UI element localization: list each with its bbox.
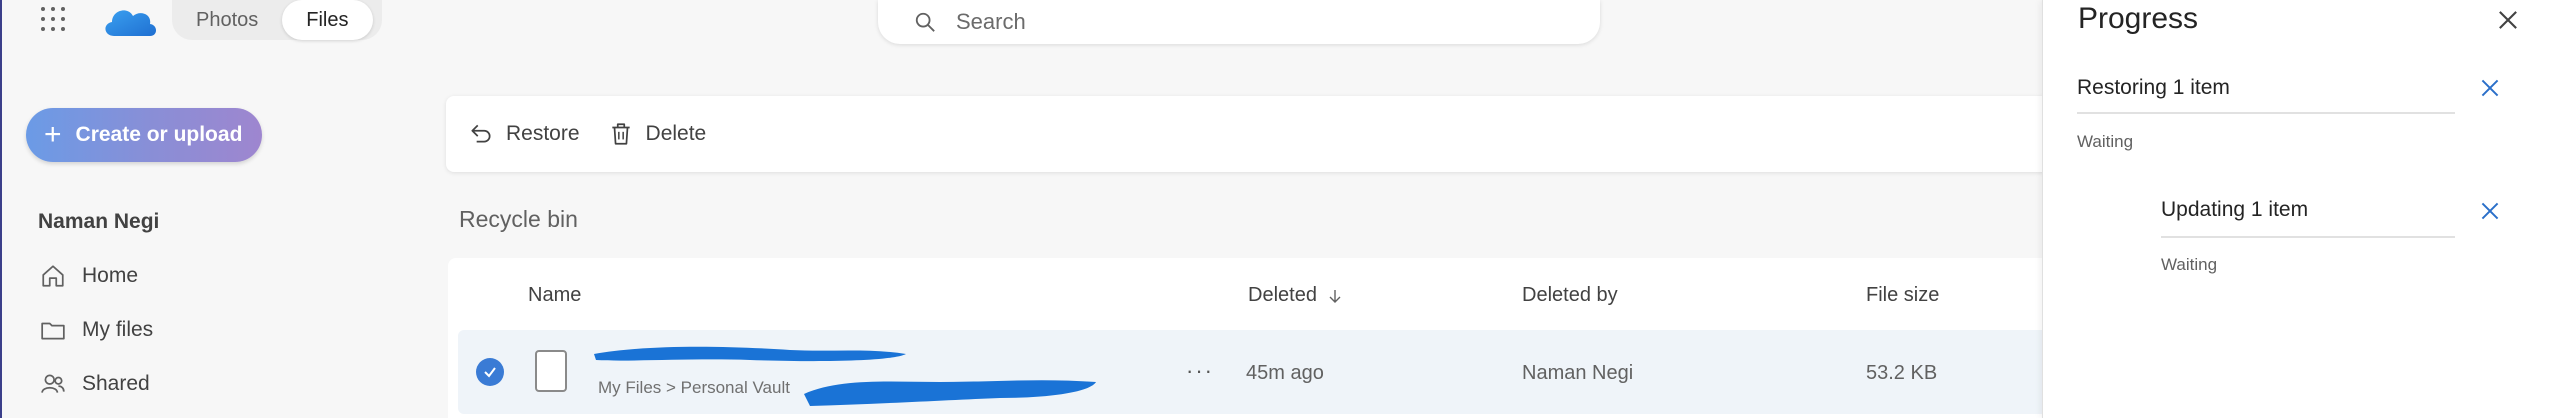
selected-checkmark-icon[interactable]	[476, 358, 504, 386]
sidebar-item-label: Home	[82, 264, 139, 287]
sidebar-item-label: Shared	[82, 372, 150, 395]
plus-icon: +	[44, 118, 62, 151]
page-title: Recycle bin	[459, 206, 578, 232]
cancel-job-icon[interactable]	[2477, 198, 2503, 224]
people-icon	[41, 374, 65, 393]
deleted-time: 45m ago	[1246, 362, 1324, 384]
file-size: 53.2 KB	[1866, 362, 1938, 384]
more-options-icon[interactable]: ···	[1186, 358, 1214, 384]
progress-panel-title: Progress	[2078, 2, 2199, 35]
home-icon	[42, 265, 64, 287]
restore-label: Restore	[506, 122, 580, 145]
delete-button[interactable]: Delete	[608, 121, 707, 147]
sidebar-item-home[interactable]: Home	[40, 260, 138, 292]
window-edge	[0, 0, 2, 418]
folder-icon	[41, 322, 65, 340]
redacted-scribble	[804, 380, 1096, 406]
app-launcher-icon[interactable]	[38, 4, 68, 34]
command-bar: Restore Delete	[446, 96, 2066, 172]
job-status: Waiting	[2077, 132, 2134, 151]
job-progress-bar	[2161, 236, 2455, 238]
create-button-label: Create or upload	[75, 123, 243, 146]
cancel-job-icon[interactable]	[2477, 75, 2503, 101]
column-header-deleted-label: Deleted	[1248, 284, 1317, 306]
delete-label: Delete	[645, 122, 707, 145]
job-label-updating: Updating 1 item	[2161, 198, 2309, 221]
job-progress-bar	[2077, 112, 2455, 114]
column-header-deleted-by[interactable]: Deleted by	[1522, 284, 1618, 307]
restore-button[interactable]: Restore	[468, 121, 580, 147]
create-or-upload-button[interactable]: + Create or upload	[26, 108, 262, 162]
search-box[interactable]	[878, 0, 1600, 44]
search-input[interactable]	[956, 9, 1516, 35]
search-icon	[915, 12, 935, 32]
restore-icon	[471, 124, 491, 143]
column-header-file-size[interactable]: File size	[1866, 284, 1939, 307]
view-switcher: Photos Files	[172, 0, 382, 40]
column-header-deleted[interactable]: Deleted	[1248, 284, 1343, 307]
file-icon	[535, 350, 567, 392]
column-header-name[interactable]: Name	[528, 284, 581, 307]
redacted-file-name	[594, 346, 906, 362]
sort-descending-icon	[1329, 289, 1341, 303]
sidebar-item-my-files[interactable]: My files	[40, 314, 153, 346]
tab-photos[interactable]: Photos	[172, 0, 282, 40]
trash-icon	[611, 123, 630, 145]
deleted-by: Naman Negi	[1522, 362, 1634, 384]
user-name: Naman Negi	[38, 210, 160, 233]
sidebar-item-shared[interactable]: Shared	[40, 368, 150, 400]
tab-files[interactable]: Files	[282, 0, 373, 40]
file-location: My Files > Personal Vault	[598, 378, 790, 397]
job-label-restoring: Restoring 1 item	[2077, 76, 2230, 99]
close-icon[interactable]	[2494, 6, 2522, 34]
job-status: Waiting	[2161, 255, 2218, 274]
onedrive-logo-icon[interactable]	[100, 0, 160, 40]
sidebar-item-label: My files	[82, 318, 154, 341]
